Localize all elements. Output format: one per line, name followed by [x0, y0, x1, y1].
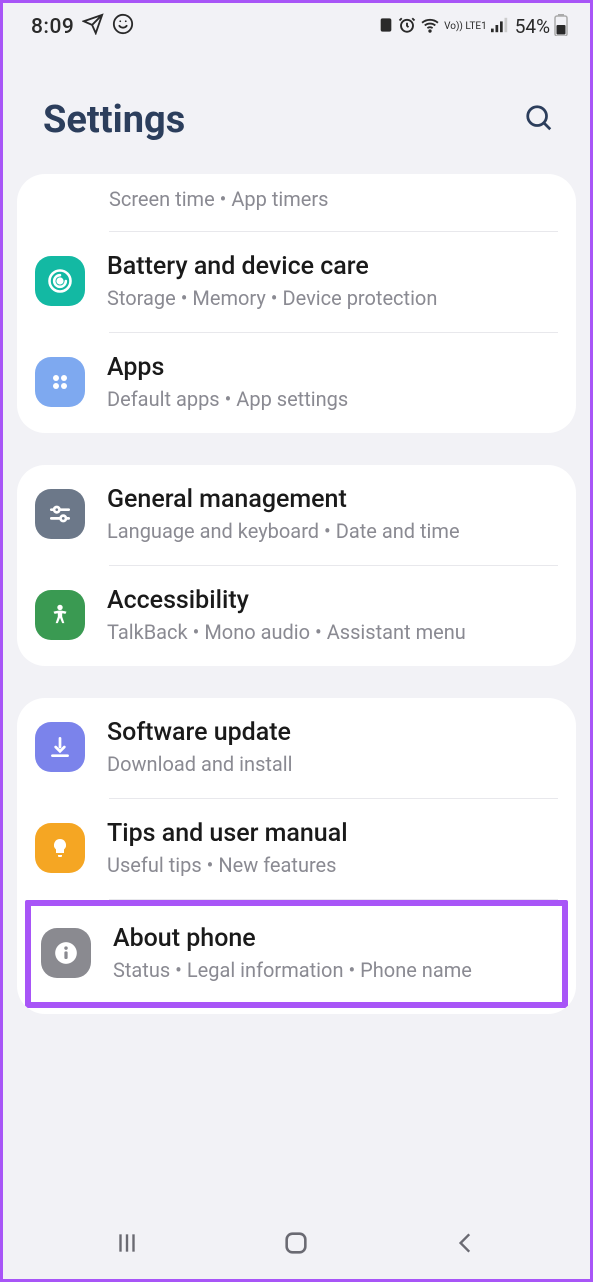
- item-subtitle: Status • Legal information • Phone name: [113, 957, 550, 984]
- search-button[interactable]: [520, 99, 558, 141]
- tips-icon: [35, 823, 85, 873]
- item-subtitle: Default apps • App settings: [107, 386, 556, 413]
- battery-icon: [554, 14, 568, 40]
- settings-item-general-management[interactable]: General management Language and keyboard…: [17, 465, 576, 565]
- apps-icon: [35, 357, 85, 407]
- settings-item-battery-device-care[interactable]: Battery and device care Storage • Memory…: [17, 232, 576, 332]
- settings-group-1: Screen time • App timers Battery and dev…: [17, 174, 576, 433]
- item-subtitle: TalkBack • Mono audio • Assistant menu: [107, 619, 556, 646]
- item-subtitle: Screen time • App timers: [109, 186, 556, 213]
- item-subtitle: Useful tips • New features: [107, 852, 556, 879]
- nav-home-button[interactable]: [282, 1229, 310, 1261]
- item-subtitle: Download and install: [107, 751, 556, 778]
- settings-item-software-update[interactable]: Software update Download and install: [17, 698, 576, 798]
- accessibility-icon: [35, 590, 85, 640]
- nav-back-button[interactable]: [453, 1230, 479, 1260]
- status-time: 8:09: [31, 15, 74, 39]
- item-title: Accessibility: [107, 586, 556, 615]
- settings-group-3: Software update Download and install Tip…: [17, 698, 576, 1014]
- back-icon: [453, 1230, 479, 1256]
- software-update-icon: [35, 722, 85, 772]
- whatsapp-icon: [112, 13, 134, 40]
- battery-percent: 54%: [515, 15, 550, 38]
- highlight-about-phone: About phone Status • Legal information •…: [25, 900, 568, 1008]
- item-subtitle: Storage • Memory • Device protection: [107, 285, 556, 312]
- nav-recents-button[interactable]: [114, 1230, 140, 1260]
- about-phone-icon: [41, 928, 91, 978]
- item-title: About phone: [113, 924, 550, 953]
- item-title: Battery and device care: [107, 252, 556, 281]
- settings-item-tips-manual[interactable]: Tips and user manual Useful tips • New f…: [17, 799, 576, 899]
- navigation-bar: [3, 1211, 590, 1279]
- battery-care-icon: [35, 256, 85, 306]
- notification-icon: [378, 17, 394, 37]
- settings-item-about-phone[interactable]: About phone Status • Legal information •…: [31, 906, 562, 1002]
- item-title: General management: [107, 485, 556, 514]
- page-title: Settings: [43, 98, 185, 142]
- lte-label: Vo)) LTE1: [444, 22, 487, 32]
- alarm-icon: [398, 16, 416, 38]
- item-title: Apps: [107, 353, 556, 382]
- search-icon: [524, 103, 554, 133]
- wifi-icon: [420, 16, 440, 38]
- settings-item-accessibility[interactable]: Accessibility TalkBack • Mono audio • As…: [17, 566, 576, 666]
- item-title: Tips and user manual: [107, 819, 556, 848]
- settings-item-digital-wellbeing-partial[interactable]: Screen time • App timers: [17, 174, 576, 231]
- item-title: Software update: [107, 718, 556, 747]
- item-subtitle: Language and keyboard • Date and time: [107, 518, 556, 545]
- settings-group-2: General management Language and keyboard…: [17, 465, 576, 666]
- settings-header: Settings: [3, 46, 590, 174]
- settings-item-apps[interactable]: Apps Default apps • App settings: [17, 333, 576, 433]
- recents-icon: [114, 1230, 140, 1256]
- status-bar: 8:09 Vo)) LTE1 54%: [3, 3, 590, 46]
- general-management-icon: [35, 489, 85, 539]
- home-icon: [282, 1229, 310, 1257]
- signal-icon: [491, 17, 509, 37]
- telegram-icon: [82, 13, 104, 40]
